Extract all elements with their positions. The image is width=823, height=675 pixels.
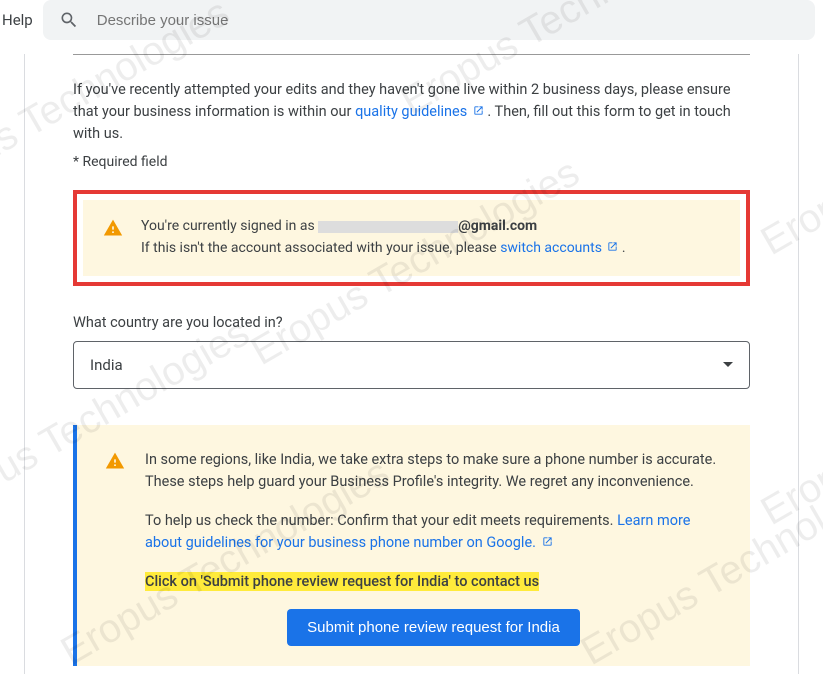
external-link-icon — [542, 536, 553, 547]
email-redacted — [318, 221, 458, 233]
external-link-icon — [607, 241, 618, 252]
signin-prefix: You're currently signed in as — [141, 218, 315, 234]
switch-accounts-link[interactable]: switch accounts — [500, 240, 622, 256]
quality-guidelines-link[interactable]: quality guidelines — [355, 103, 487, 120]
country-value: India — [90, 356, 123, 374]
search-input[interactable] — [97, 12, 799, 29]
search-box[interactable] — [43, 0, 815, 40]
signin-highlight-box: You're currently signed in as @gmail.com… — [73, 190, 750, 285]
signin-warning-box: You're currently signed in as @gmail.com… — [83, 200, 740, 275]
divider — [73, 54, 750, 55]
help-label: Help — [0, 11, 33, 29]
required-note: * Required field — [73, 154, 750, 170]
country-select[interactable]: India — [73, 341, 750, 389]
email-domain: @gmail.com — [458, 218, 537, 234]
info-panel: In some regions, like India, we take ext… — [73, 425, 750, 666]
switch-prefix: If this isn't the account associated wit… — [141, 240, 500, 256]
info-para2-before: To help us check the number: Confirm tha… — [145, 512, 617, 529]
search-icon — [59, 10, 79, 30]
highlight-instruction: Click on 'Submit phone review request fo… — [145, 572, 539, 591]
switch-suffix: . — [622, 240, 626, 256]
warning-icon — [105, 451, 125, 471]
warning-icon — [103, 218, 123, 238]
submit-phone-review-button[interactable]: Submit phone review request for India — [287, 609, 580, 646]
intro-paragraph: If you've recently attempted your edits … — [73, 79, 750, 144]
external-link-icon — [473, 105, 484, 116]
country-label: What country are you located in? — [73, 314, 750, 331]
info-para1: In some regions, like India, we take ext… — [145, 449, 722, 494]
chevron-down-icon — [723, 362, 733, 367]
